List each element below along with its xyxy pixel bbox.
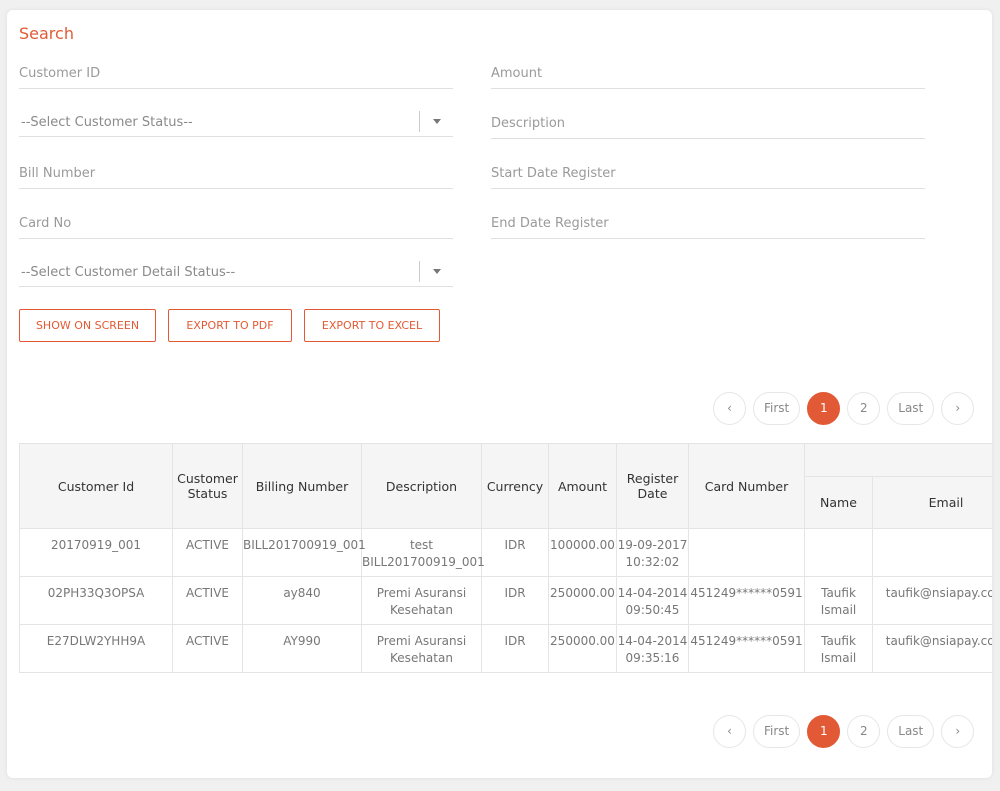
header-register-date[interactable]: Register Date bbox=[616, 443, 689, 529]
customer-detail-status-value: --Select Customer Detail Status-- bbox=[21, 265, 236, 280]
cell-amount: 250000.00 bbox=[548, 576, 617, 625]
card-no-input[interactable] bbox=[19, 209, 453, 238]
cell-name: Taufik Ismail bbox=[804, 576, 873, 625]
amount-field[interactable] bbox=[491, 59, 925, 89]
cell-register-date: 14-04-2014 09:35:16 bbox=[616, 624, 689, 673]
search-panel: Search --Select Customer Status-- --Sele… bbox=[7, 10, 992, 778]
cell-currency: IDR bbox=[481, 624, 549, 673]
chevron-down-icon[interactable] bbox=[433, 269, 441, 274]
cell-amount: 250000.00 bbox=[548, 624, 617, 673]
customer-detail-status-select[interactable]: --Select Customer Detail Status-- bbox=[19, 257, 453, 287]
prev-page-button[interactable]: ‹ bbox=[713, 715, 746, 748]
cell-email: taufik@nsiapay.com bbox=[872, 576, 992, 625]
chevron-left-icon: ‹ bbox=[727, 724, 732, 738]
cell-billing: AY990 bbox=[242, 624, 362, 673]
chevron-right-icon: › bbox=[955, 724, 961, 738]
page-1-button[interactable]: 1 bbox=[807, 392, 841, 425]
cell-billing: BILL201700919_001 bbox=[242, 528, 366, 577]
customer-id-field[interactable] bbox=[19, 59, 453, 89]
header-name[interactable]: Name bbox=[804, 476, 873, 529]
select-separator bbox=[419, 261, 420, 282]
page-title: Search bbox=[19, 24, 74, 43]
chevron-left-icon: ‹ bbox=[727, 401, 732, 415]
card-no-field[interactable] bbox=[19, 209, 453, 239]
cell-card-number bbox=[688, 528, 805, 577]
cell-status: ACTIVE bbox=[172, 624, 243, 673]
table-row: 20170919_001 ACTIVE BILL201700919_001 te… bbox=[19, 528, 992, 577]
last-page-button[interactable]: Last bbox=[887, 392, 935, 425]
cell-billing: ay840 bbox=[242, 576, 362, 625]
header-group bbox=[804, 443, 992, 477]
cell-status: ACTIVE bbox=[172, 528, 243, 577]
pagination-bottom: ‹ First 1 2 Last › bbox=[713, 715, 975, 748]
customer-table: Customer Id Customer Status Billing Numb… bbox=[19, 443, 992, 673]
cell-currency: IDR bbox=[481, 576, 549, 625]
cell-email: taufik@nsiapay.com bbox=[872, 624, 992, 673]
amount-input[interactable] bbox=[491, 59, 925, 88]
next-page-button[interactable]: › bbox=[941, 715, 975, 748]
cell-customer-id: E27DLW2YHH9A bbox=[19, 624, 173, 673]
header-billing-number[interactable]: Billing Number bbox=[242, 443, 362, 529]
page-2-button[interactable]: 2 bbox=[847, 715, 881, 748]
cell-description: test BILL201700919_001 bbox=[361, 528, 485, 577]
cell-email bbox=[872, 528, 992, 577]
cell-card-number: 451249******0591 bbox=[688, 576, 805, 625]
cell-description: Premi Asuransi Kesehatan bbox=[361, 576, 482, 625]
show-on-screen-button[interactable]: SHOW ON SCREEN bbox=[19, 309, 156, 342]
header-email[interactable]: Email bbox=[872, 476, 992, 529]
cell-card-number: 451249******0591 bbox=[688, 624, 805, 673]
cell-customer-id: 02PH33Q3OPSA bbox=[19, 576, 173, 625]
prev-page-button[interactable]: ‹ bbox=[713, 392, 746, 425]
header-customer-id[interactable]: Customer Id bbox=[19, 443, 173, 529]
start-date-field[interactable] bbox=[491, 159, 925, 189]
first-page-button[interactable]: First bbox=[753, 715, 801, 748]
customer-status-select[interactable]: --Select Customer Status-- bbox=[19, 107, 453, 137]
cell-description: Premi Asuransi Kesehatan bbox=[361, 624, 482, 673]
header-card-number[interactable]: Card Number bbox=[688, 443, 805, 529]
description-input[interactable] bbox=[491, 109, 925, 138]
export-pdf-button[interactable]: EXPORT TO PDF bbox=[168, 309, 292, 342]
cell-register-date: 14-04-2014 09:50:45 bbox=[616, 576, 689, 625]
start-date-input[interactable] bbox=[491, 159, 925, 188]
end-date-field[interactable] bbox=[491, 209, 925, 239]
cell-name bbox=[804, 528, 873, 577]
last-page-button[interactable]: Last bbox=[887, 715, 935, 748]
customer-id-input[interactable] bbox=[19, 59, 453, 88]
header-description[interactable]: Description bbox=[361, 443, 482, 529]
select-separator bbox=[419, 111, 420, 132]
cell-currency: IDR bbox=[481, 528, 549, 577]
customer-status-value: --Select Customer Status-- bbox=[21, 115, 193, 130]
cell-status: ACTIVE bbox=[172, 576, 243, 625]
end-date-input[interactable] bbox=[491, 209, 925, 238]
bill-number-input[interactable] bbox=[19, 159, 453, 188]
chevron-down-icon[interactable] bbox=[433, 119, 441, 124]
pagination-top: ‹ First 1 2 Last › bbox=[713, 392, 975, 425]
header-amount[interactable]: Amount bbox=[548, 443, 617, 529]
page-1-button[interactable]: 1 bbox=[807, 715, 841, 748]
cell-name: Taufik Ismail bbox=[804, 624, 873, 673]
export-excel-button[interactable]: EXPORT TO EXCEL bbox=[304, 309, 440, 342]
page-2-button[interactable]: 2 bbox=[847, 392, 881, 425]
next-page-button[interactable]: › bbox=[941, 392, 975, 425]
table-row: 02PH33Q3OPSA ACTIVE ay840 Premi Asuransi… bbox=[19, 576, 992, 625]
cell-amount: 100000.00 bbox=[548, 528, 617, 577]
header-customer-status[interactable]: Customer Status bbox=[172, 443, 243, 529]
table-row: E27DLW2YHH9A ACTIVE AY990 Premi Asuransi… bbox=[19, 624, 992, 673]
cell-register-date: 19-09-2017 10:32:02 bbox=[616, 528, 689, 577]
first-page-button[interactable]: First bbox=[753, 392, 801, 425]
chevron-right-icon: › bbox=[955, 401, 961, 415]
description-field[interactable] bbox=[491, 109, 925, 139]
bill-number-field[interactable] bbox=[19, 159, 453, 189]
header-currency[interactable]: Currency bbox=[481, 443, 549, 529]
cell-customer-id: 20170919_001 bbox=[19, 528, 173, 577]
